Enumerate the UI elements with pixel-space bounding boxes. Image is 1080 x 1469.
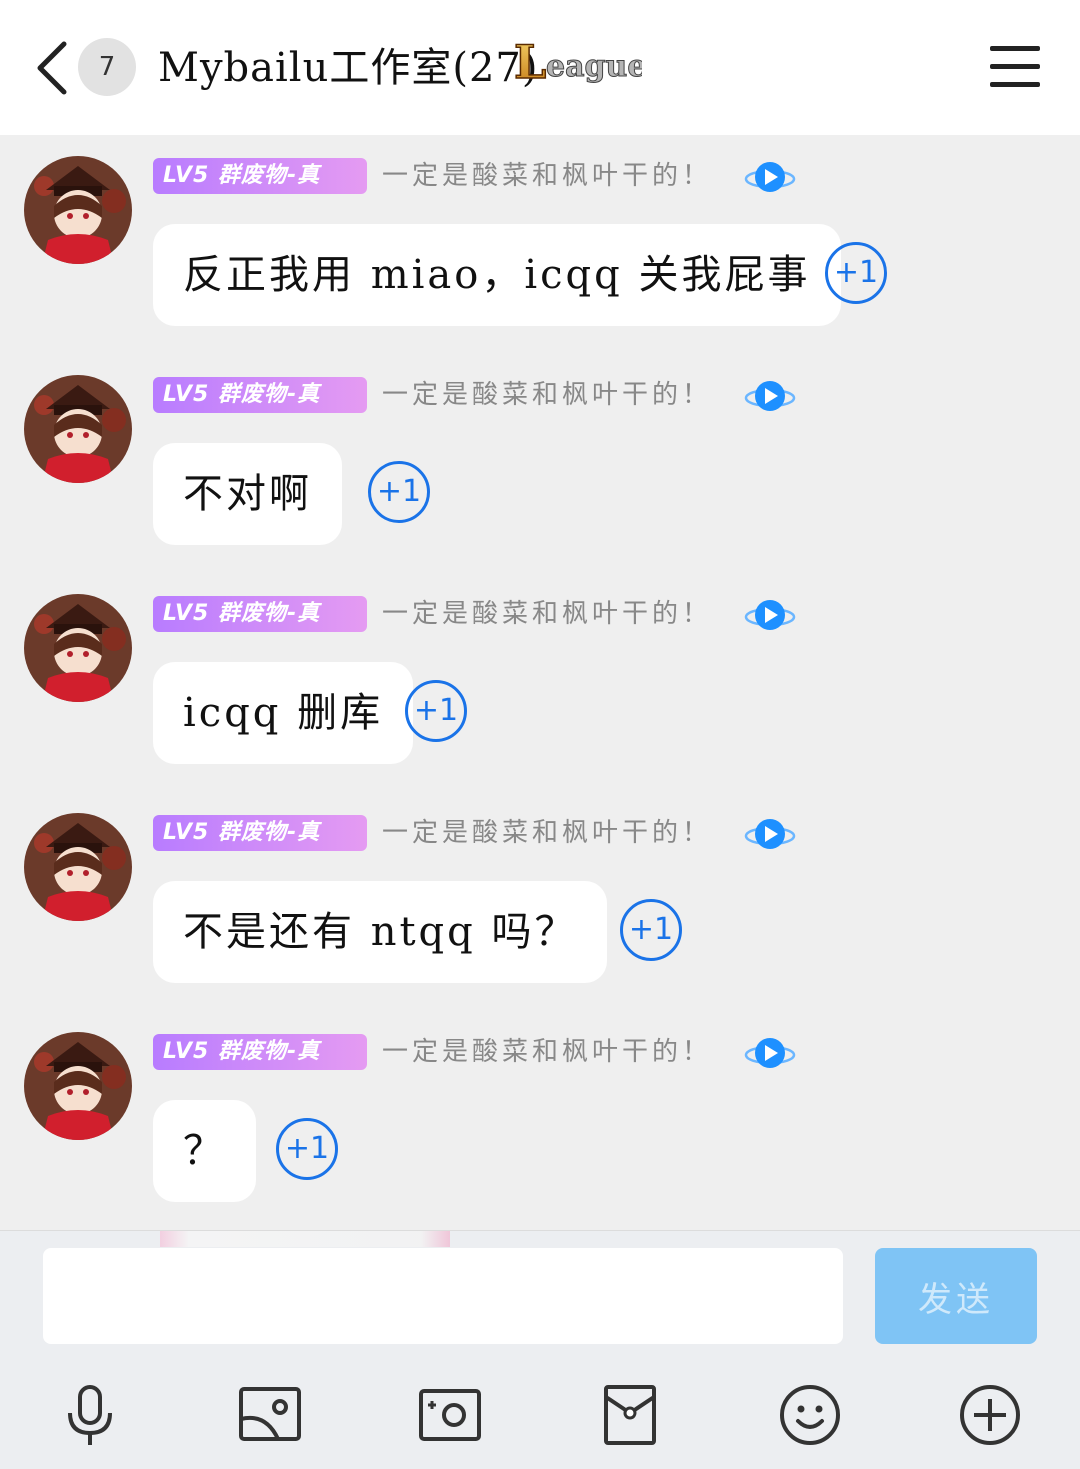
message-bubble[interactable]: 不是还有 ntqq 吗？ — [153, 881, 608, 983]
qq-vip-icon — [744, 600, 796, 630]
unread-count-badge[interactable]: 7 — [78, 38, 136, 96]
plus-one-button[interactable]: +1 — [620, 899, 682, 961]
league-logo-badge: L eague — [513, 34, 642, 90]
member-signature: 一定是酸菜和枫叶干的！ — [382, 1037, 713, 1067]
qq-vip-icon — [744, 381, 796, 411]
menu-icon[interactable] — [990, 46, 1040, 90]
avatar[interactable] — [24, 156, 132, 264]
svg-text:L: L — [514, 35, 546, 89]
member-signature: 一定是酸菜和枫叶干的！ — [382, 161, 713, 191]
message-bubble[interactable]: 不对啊 — [153, 443, 342, 545]
message-bubble[interactable]: ？ — [153, 1100, 256, 1202]
send-button[interactable]: 发送 — [875, 1248, 1037, 1344]
member-signature: 一定是酸菜和枫叶干的！ — [382, 818, 713, 848]
avatar[interactable] — [24, 1032, 132, 1140]
level-badge: LV5 群废物-真 — [153, 596, 367, 632]
message-item: LV5 群废物-真 一定是酸菜和枫叶干的！ 不对啊 +1 — [0, 354, 1080, 573]
league-logo-text: eague — [546, 49, 642, 84]
camera-icon[interactable] — [418, 1383, 482, 1447]
message-item: LV5 群废物-真 一定是酸菜和枫叶干的！ ？ +1 — [0, 1011, 1080, 1230]
avatar[interactable] — [24, 375, 132, 483]
input-area: 发送 — [0, 1230, 1080, 1469]
plus-one-button[interactable]: +1 — [825, 242, 887, 304]
qq-vip-icon — [744, 819, 796, 849]
member-signature: 一定是酸菜和枫叶干的！ — [382, 380, 713, 410]
message-list[interactable]: LV5 群废物-真 一定是酸菜和枫叶干的！ 反正我用 miao，icqq 关我屁… — [0, 135, 1080, 1230]
qq-vip-icon — [744, 1038, 796, 1068]
group-title[interactable]: Mybailu工作室(27) — [158, 38, 538, 98]
plus-one-button[interactable]: +1 — [405, 680, 467, 742]
red-packet-icon[interactable] — [598, 1383, 662, 1447]
qq-vip-icon — [744, 162, 796, 192]
level-badge: LV5 群废物-真 — [153, 158, 367, 194]
avatar[interactable] — [24, 594, 132, 702]
message-item: LV5 群废物-真 一定是酸菜和枫叶干的！ 反正我用 miao，icqq 关我屁… — [0, 135, 1080, 354]
message-bubble[interactable]: icqq 删库 — [153, 662, 414, 764]
message-item: LV5 群废物-真 一定是酸菜和枫叶干的！ icqq 删库 +1 — [0, 573, 1080, 792]
image-icon[interactable] — [238, 1383, 302, 1447]
emoji-icon[interactable] — [778, 1383, 842, 1447]
message-bubble[interactable]: 反正我用 miao，icqq 关我屁事 — [153, 224, 841, 326]
avatar[interactable] — [24, 813, 132, 921]
message-item: LV5 群废物-真 一定是酸菜和枫叶干的！ 不是还有 ntqq 吗？ +1 — [0, 792, 1080, 1011]
level-badge: LV5 群废物-真 — [153, 1034, 367, 1070]
plus-one-button[interactable]: +1 — [276, 1118, 338, 1180]
plus-one-button[interactable]: +1 — [368, 461, 430, 523]
level-badge: LV5 群废物-真 — [153, 815, 367, 851]
plus-icon[interactable] — [958, 1383, 1022, 1447]
member-signature: 一定是酸菜和枫叶干的！ — [382, 599, 713, 629]
chat-header: 7 Mybailu工作室(27) L eague — [0, 0, 1080, 135]
level-badge: LV5 群废物-真 — [153, 377, 367, 413]
microphone-icon[interactable] — [58, 1383, 122, 1447]
message-input[interactable] — [43, 1248, 843, 1344]
next-message-peek — [160, 1231, 450, 1247]
back-chevron-icon[interactable] — [34, 40, 74, 96]
